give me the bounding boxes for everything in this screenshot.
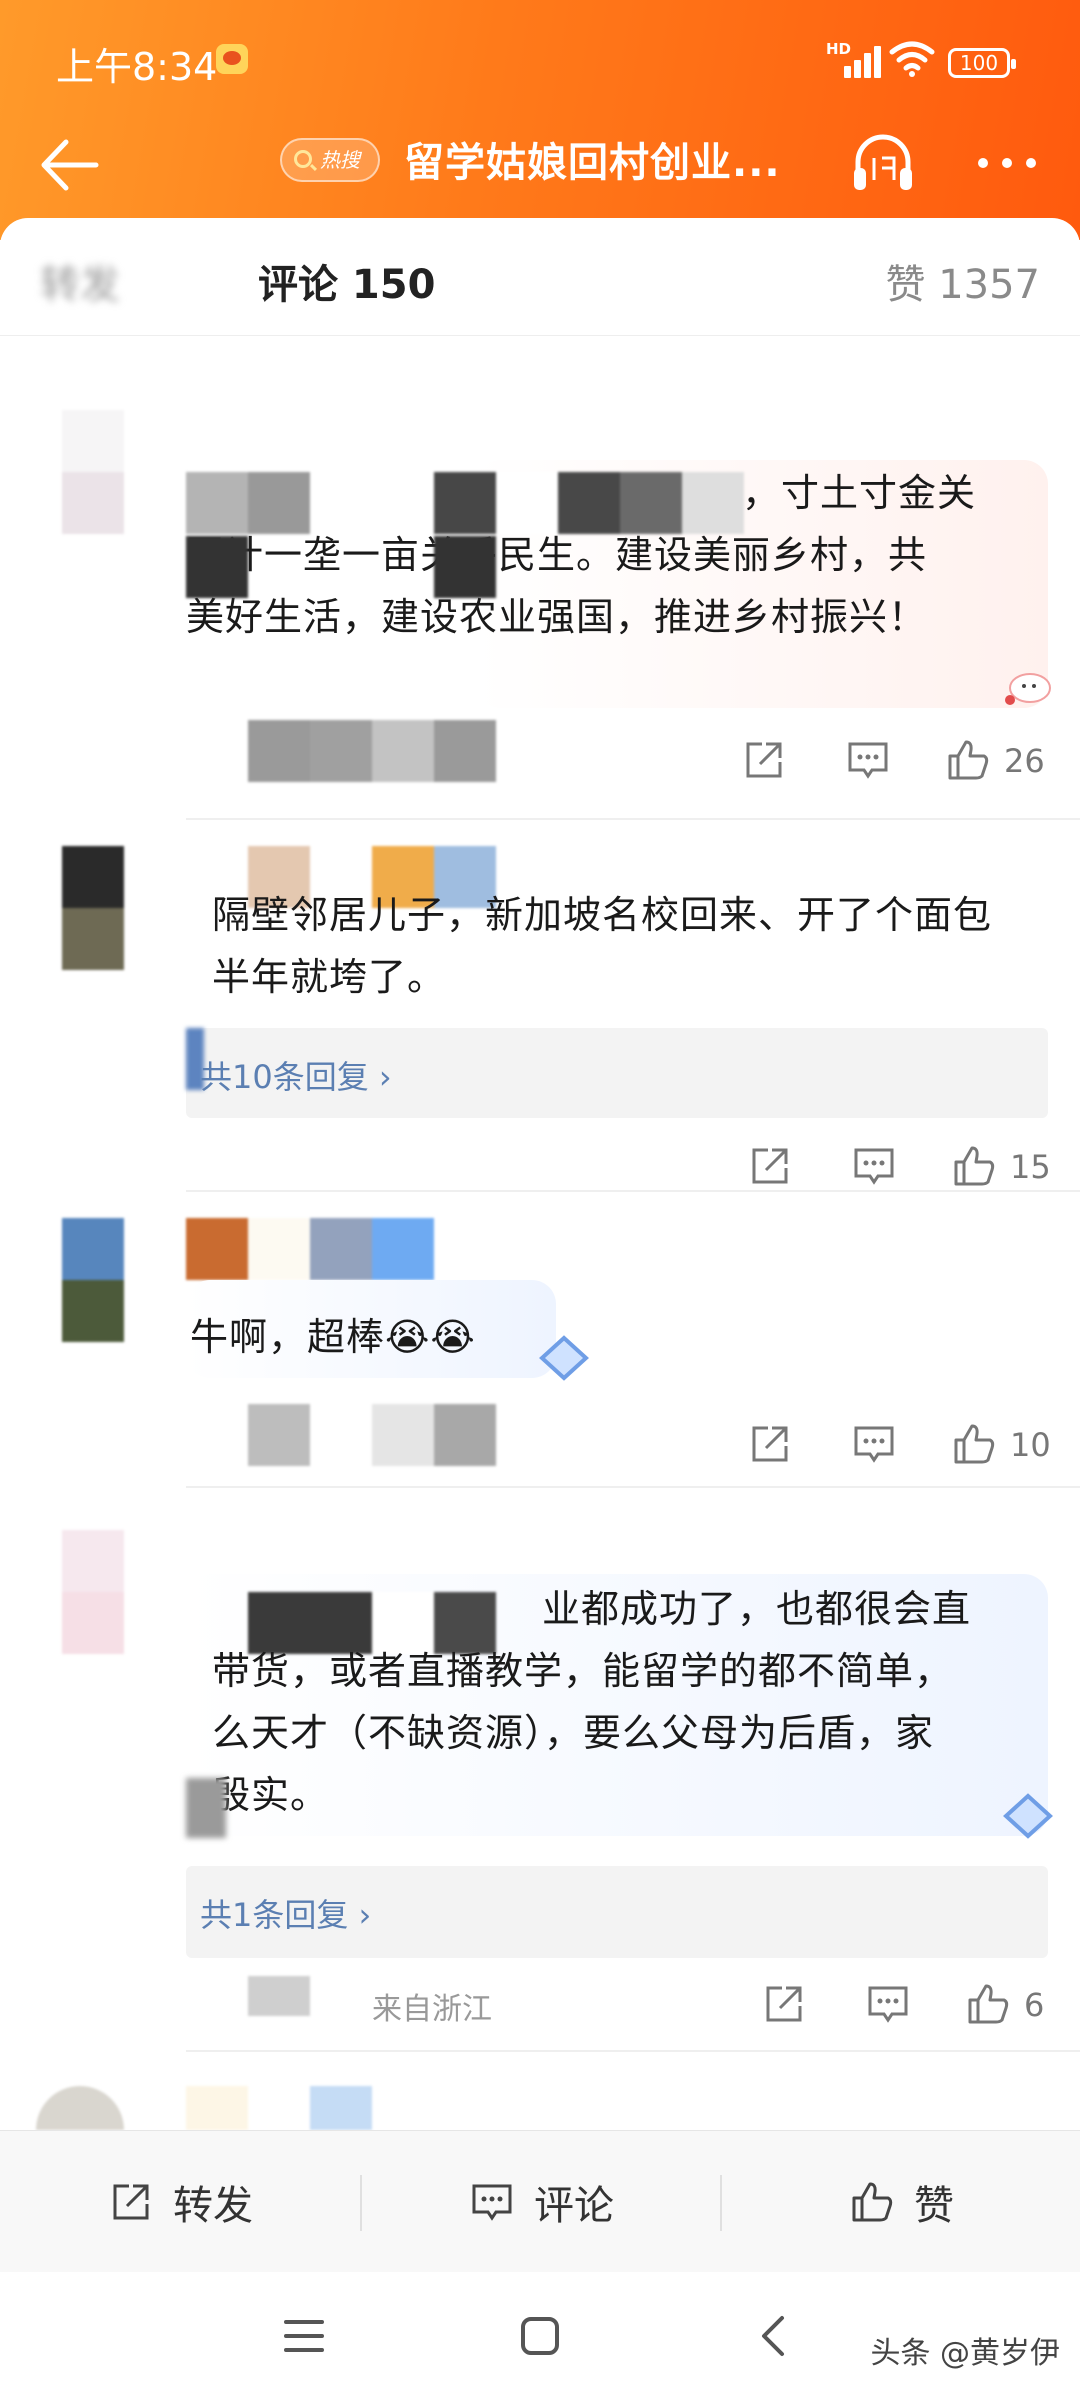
comment-line: 牛啊，超棒😭😭 bbox=[190, 1315, 476, 1359]
comment-actions: 26 bbox=[740, 736, 1050, 796]
avatar[interactable] bbox=[62, 1218, 124, 1342]
tab-repost[interactable]: 转发 bbox=[40, 252, 120, 310]
hot-tag-label: 热搜 bbox=[320, 148, 360, 172]
status-bar: 上午8:34 HD 100 bbox=[0, 0, 1080, 120]
thumbs-up-icon[interactable] bbox=[964, 1980, 1012, 2028]
like-button[interactable]: 赞 bbox=[722, 2131, 1080, 2273]
like-label: 赞 bbox=[914, 2183, 954, 2229]
battery-indicator: 100 bbox=[948, 48, 1016, 78]
comment-text: 业都成功了，也都很会直 带货，或者直播教学，能留学的都不简单， 么天才（不缺资源… bbox=[212, 1578, 971, 1826]
reply-preview[interactable]: 共10条回复 › bbox=[186, 1028, 1048, 1118]
comment-line: 殷实。 bbox=[212, 1773, 330, 1817]
like-count: 26 bbox=[1004, 742, 1045, 780]
comment-line: 隔壁邻居儿子，新加坡名校回来、开了个面包 bbox=[212, 893, 993, 937]
comment-icon[interactable] bbox=[864, 1980, 912, 2028]
redacted-text-block bbox=[186, 536, 496, 598]
thumbs-up-icon[interactable] bbox=[950, 1420, 998, 1468]
wifi-icon bbox=[889, 41, 935, 77]
redacted-username bbox=[186, 2086, 372, 2130]
back-nav-icon[interactable] bbox=[756, 2312, 790, 2360]
home-icon[interactable] bbox=[518, 2314, 562, 2358]
repost-button[interactable]: 转发 bbox=[0, 2131, 360, 2273]
headphones-listen-icon[interactable] bbox=[848, 128, 918, 198]
reply-preview[interactable]: 共1条回复 › bbox=[186, 1866, 1048, 1958]
weibo-notification-icon bbox=[216, 44, 248, 74]
divider bbox=[186, 1486, 1080, 1488]
app-header: 上午8:34 HD 100 热搜 留学姑娘回村创业... bbox=[0, 0, 1080, 240]
share-icon[interactable] bbox=[740, 736, 788, 784]
like-count: 6 bbox=[1024, 1986, 1045, 2024]
sticker-icon bbox=[1005, 673, 1051, 705]
comment-icon[interactable] bbox=[850, 1142, 898, 1190]
comment-actions: 15 bbox=[746, 1142, 1056, 1202]
comment-line: 业都成功了，也都很会直 bbox=[542, 1587, 972, 1631]
search-icon bbox=[294, 150, 312, 168]
page-title[interactable]: 留学姑娘回村创业... bbox=[404, 130, 781, 188]
more-options-icon[interactable] bbox=[978, 156, 1040, 170]
back-arrow-icon[interactable] bbox=[36, 130, 102, 200]
comment-actions: 10 bbox=[746, 1420, 1056, 1480]
redacted-timestamp bbox=[248, 1976, 310, 2016]
menu-icon[interactable] bbox=[282, 2316, 326, 2356]
thumbs-up-icon[interactable] bbox=[950, 1142, 998, 1190]
watermark: 头条 @黄岁伊 bbox=[870, 2336, 1060, 2371]
share-icon[interactable] bbox=[746, 1142, 794, 1190]
thumbs-up-icon[interactable] bbox=[944, 736, 992, 784]
comment-icon bbox=[472, 2184, 512, 2221]
divider bbox=[186, 1190, 1080, 1192]
redacted-block bbox=[186, 1778, 226, 1838]
repost-label: 转发 bbox=[173, 2183, 253, 2229]
redacted-username bbox=[186, 1218, 434, 1280]
comment-line: 半年就垮了。 bbox=[212, 955, 447, 999]
comment-text: 隔壁邻居儿子，新加坡名校回来、开了个面包 半年就垮了。 bbox=[212, 884, 992, 1008]
avatar[interactable] bbox=[62, 410, 124, 534]
redacted-timestamp bbox=[248, 720, 496, 782]
thumbs-up-icon bbox=[852, 2182, 893, 2222]
comment-label: 评论 bbox=[534, 2183, 614, 2229]
comment-line: 么天才（不缺资源），要么父母为后盾，家 bbox=[212, 1711, 935, 1755]
comment-line: ，寸土寸金关 bbox=[742, 471, 977, 515]
comment-line: 带货，或者直播教学，能留学的都不简单， bbox=[212, 1649, 954, 1693]
system-nav-bar: 头条 @黄岁伊 bbox=[0, 2272, 1080, 2400]
diamond-badge-icon bbox=[1003, 1793, 1053, 1839]
divider bbox=[186, 818, 1080, 820]
share-icon bbox=[113, 2184, 149, 2220]
like-count: 15 bbox=[1010, 1148, 1051, 1186]
status-time: 上午8:34 bbox=[56, 45, 218, 89]
reply-count-link[interactable]: 共10条回复 › bbox=[200, 1052, 392, 1098]
comment-icon[interactable] bbox=[850, 1420, 898, 1468]
share-icon[interactable] bbox=[760, 1980, 808, 2028]
like-count: 10 bbox=[1010, 1426, 1051, 1464]
comment-icon[interactable] bbox=[844, 736, 892, 784]
comment-text: 牛啊，超棒😭😭 bbox=[190, 1306, 476, 1368]
comment-location: 来自浙江 bbox=[372, 1992, 492, 2027]
signal-hd-label: HD bbox=[826, 40, 852, 58]
redacted-timestamp bbox=[248, 1404, 496, 1466]
divider bbox=[186, 2050, 1080, 2052]
reply-count-link[interactable]: 共1条回复 › bbox=[200, 1890, 371, 1936]
tab-comment[interactable]: 评论 150 bbox=[258, 252, 435, 310]
avatar[interactable] bbox=[62, 1530, 124, 1654]
tab-bar: 转发 评论 150 赞 1357 bbox=[0, 218, 1080, 336]
bottom-action-bar: 转发 评论 赞 bbox=[0, 2130, 1080, 2272]
cell-signal-icon: HD bbox=[826, 40, 881, 78]
nav-bar: 热搜 留学姑娘回村创业... bbox=[0, 110, 1080, 220]
comment-actions: 6 bbox=[760, 1980, 1060, 2040]
tab-like[interactable]: 赞 1357 bbox=[885, 252, 1040, 310]
share-icon[interactable] bbox=[746, 1420, 794, 1468]
diamond-badge-icon bbox=[539, 1335, 589, 1381]
comment-button[interactable]: 评论 bbox=[362, 2131, 720, 2273]
hot-search-tag[interactable]: 热搜 bbox=[280, 138, 380, 182]
avatar[interactable] bbox=[62, 846, 124, 970]
